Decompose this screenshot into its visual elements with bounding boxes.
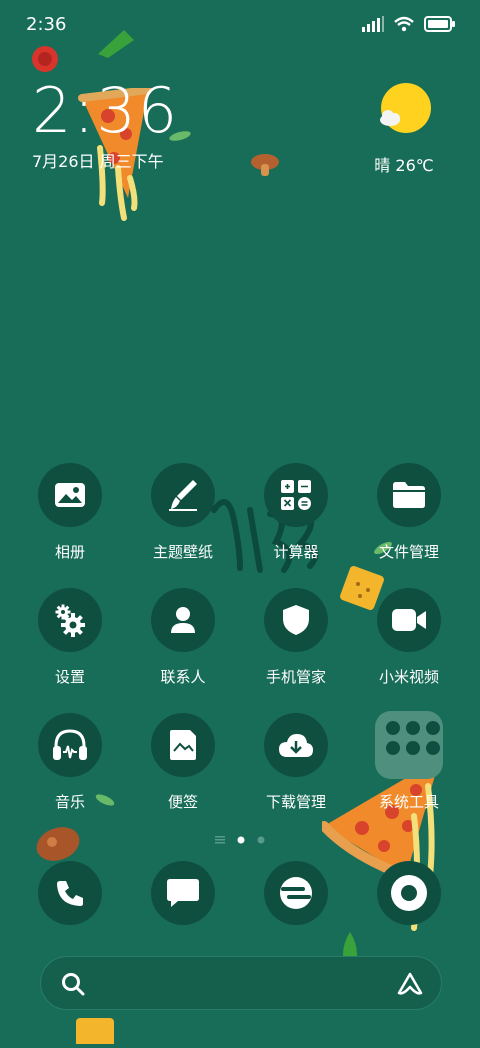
shield-icon	[264, 588, 328, 652]
sunny-cloud-icon	[376, 83, 432, 138]
camera-icon	[377, 861, 441, 925]
dock-phone[interactable]	[14, 861, 126, 925]
folder-app-dot	[426, 741, 440, 755]
app-label: 小米视频	[378, 668, 439, 686]
clock-date: 7月26日 周三下午	[32, 152, 164, 171]
phone-icon	[38, 861, 102, 925]
app-label: 音乐	[54, 793, 85, 811]
app-label: 手机管家	[265, 668, 326, 686]
signal-icon	[362, 16, 384, 36]
app-label: 主题壁纸	[152, 543, 213, 561]
app-label: 便签	[167, 793, 198, 811]
app-settings[interactable]: 设置	[14, 588, 126, 687]
folder-app-dot	[406, 741, 420, 755]
dock-camera[interactable]	[353, 861, 465, 925]
page-dot-active	[237, 829, 245, 848]
search-icon[interactable]	[61, 972, 85, 1000]
folder-app-dot	[386, 741, 400, 755]
browser-icon	[264, 861, 328, 925]
folder-icon	[375, 711, 443, 779]
app-music[interactable]: 音乐	[14, 713, 126, 812]
page-dot	[257, 829, 265, 848]
gear-icon	[38, 588, 102, 652]
cracker-decoration-2	[72, 1014, 118, 1048]
download-icon	[264, 713, 328, 777]
app-file-manager[interactable]: 文件管理	[353, 463, 465, 562]
app-label: 设置	[54, 668, 85, 686]
app-downloads[interactable]: 下载管理	[240, 713, 352, 812]
wifi-icon	[394, 16, 414, 36]
headphones-icon	[38, 713, 102, 777]
app-label: 下载管理	[265, 793, 326, 811]
dock-browser[interactable]	[240, 861, 352, 925]
app-mi-video[interactable]: 小米视频	[353, 588, 465, 687]
app-contacts[interactable]: 联系人	[127, 588, 239, 687]
clock-widget[interactable]: 2:36 7月26日 周三下午	[32, 80, 179, 172]
contact-icon	[151, 588, 215, 652]
menu-lines-icon	[215, 829, 225, 848]
app-label: 系统工具	[378, 793, 439, 811]
notes-icon	[151, 713, 215, 777]
folder-app-dot	[426, 721, 440, 735]
theme-brush-icon	[151, 463, 215, 527]
video-icon	[377, 588, 441, 652]
app-gallery[interactable]: 相册	[14, 463, 126, 562]
weather-text: 晴 26℃	[364, 152, 444, 176]
status-bar: 2:36	[0, 0, 480, 50]
assistant-icon[interactable]	[397, 971, 423, 1001]
gallery-icon	[38, 463, 102, 527]
status-icons	[362, 16, 456, 36]
folder-app-dot	[386, 721, 400, 735]
app-themes[interactable]: 主题壁纸	[127, 463, 239, 562]
folder-app-dot	[406, 721, 420, 735]
calculator-icon	[264, 463, 328, 527]
weather-condition: 晴	[374, 156, 391, 175]
app-label: 联系人	[160, 668, 206, 686]
app-label: 文件管理	[378, 543, 439, 561]
page-indicator[interactable]	[0, 829, 480, 848]
battery-icon	[424, 16, 456, 36]
clock-time: 2:36	[32, 74, 180, 147]
app-calculator[interactable]: 计算器	[240, 463, 352, 562]
app-label: 计算器	[273, 543, 319, 561]
message-icon	[151, 861, 215, 925]
weather-widget[interactable]: 晴 26℃	[364, 82, 444, 176]
folder-icon	[377, 463, 441, 527]
status-time: 2:36	[26, 14, 67, 35]
app-security[interactable]: 手机管家	[240, 588, 352, 687]
mushroom-decoration	[250, 152, 282, 184]
app-label: 相册	[54, 543, 85, 561]
dock-messages[interactable]	[127, 861, 239, 925]
search-bar[interactable]	[40, 956, 442, 1010]
folder-system-tools[interactable]: 系统工具	[353, 711, 465, 812]
weather-temperature: 26℃	[395, 156, 434, 175]
app-notes[interactable]: 便签	[127, 713, 239, 812]
